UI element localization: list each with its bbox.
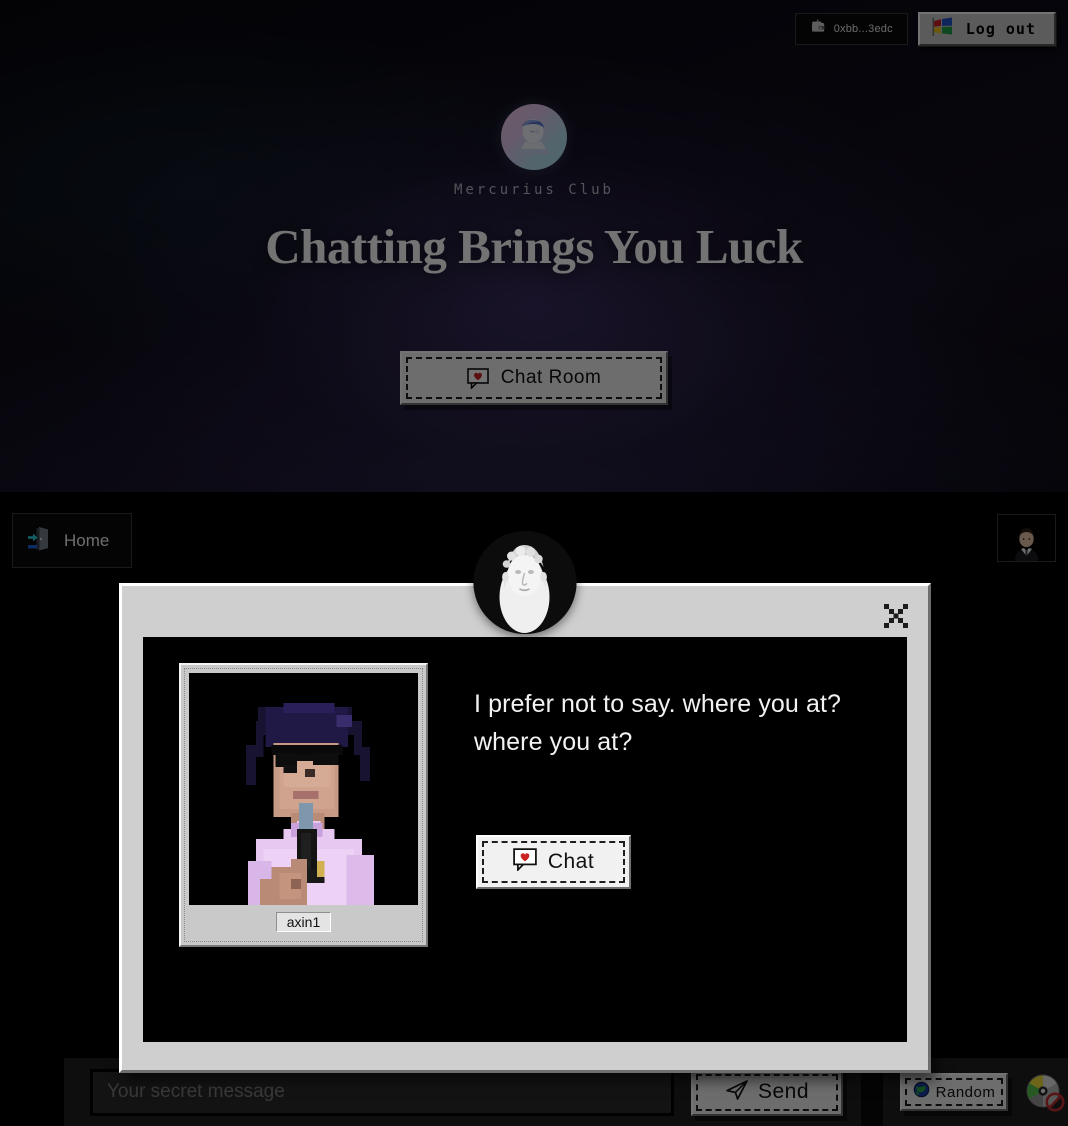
random-button[interactable]: Random xyxy=(900,1073,1008,1111)
home-button[interactable]: Home xyxy=(12,513,133,568)
pixel-x-close-icon[interactable] xyxy=(883,603,909,629)
send-button[interactable]: Send xyxy=(691,1068,843,1116)
send-label: Send xyxy=(757,1080,810,1103)
cd-disabled-icon[interactable] xyxy=(1022,1069,1068,1115)
random-label: Random xyxy=(935,1083,996,1101)
wallet-chip[interactable]: 0xbb...3edc xyxy=(794,13,908,45)
chat-room-cta-wrap: Chat Room xyxy=(0,351,1068,405)
brand-name: Mercurius Club xyxy=(453,182,614,198)
avatar[interactable] xyxy=(997,514,1056,562)
windows-flag-icon xyxy=(932,17,954,41)
user-photo xyxy=(189,673,418,905)
chat-room-label: Chat Room xyxy=(500,367,602,388)
message-input[interactable] xyxy=(90,1068,674,1116)
paper-plane-icon xyxy=(725,1079,749,1106)
door-exit-icon xyxy=(27,525,51,556)
wallet-address: 0xbb...3edc xyxy=(833,23,893,35)
chat-label: Chat xyxy=(547,850,595,873)
random-button-inner: Random xyxy=(905,1078,1003,1106)
send-button-inner: Send xyxy=(696,1073,838,1111)
chat-button[interactable]: Chat xyxy=(476,835,631,889)
chat-room-button[interactable]: Chat Room xyxy=(400,351,668,405)
logout-label: Log out xyxy=(965,20,1036,38)
user-name-wrap: axin1 xyxy=(189,912,418,932)
page-title: Chatting Brings You Luck xyxy=(265,219,803,274)
mercurius-bust-logo xyxy=(501,104,567,170)
hero-section: 0xbb...3edc Log out Mercurius Club Chatt… xyxy=(0,0,1068,492)
chat-room-button-inner: Chat Room xyxy=(406,357,662,399)
chat-modal: axin1 I prefer not to say. where you at?… xyxy=(119,531,931,1073)
modal-content: axin1 I prefer not to say. where you at?… xyxy=(143,637,907,1042)
brand-block: Mercurius Club xyxy=(0,104,1068,198)
globe-icon xyxy=(913,1081,930,1103)
home-label: Home xyxy=(64,530,110,550)
wallet-icon xyxy=(810,18,827,40)
top-bar: 0xbb...3edc Log out xyxy=(794,12,1056,46)
heart-speech-bubble-icon xyxy=(513,848,537,876)
user-card: axin1 xyxy=(179,663,428,947)
logout-button[interactable]: Log out xyxy=(917,12,1056,46)
app-root: 0xbb...3edc Log out Mercurius Club Chatt… xyxy=(0,0,1068,1126)
chat-button-inner: Chat xyxy=(482,841,625,883)
heart-speech-bubble-icon xyxy=(466,367,489,390)
user-name: axin1 xyxy=(275,912,332,932)
classical-bust-icon xyxy=(473,531,577,634)
message-text: I prefer not to say. where you at? where… xyxy=(474,690,842,756)
message-pane: I prefer not to say. where you at? where… xyxy=(428,663,907,889)
